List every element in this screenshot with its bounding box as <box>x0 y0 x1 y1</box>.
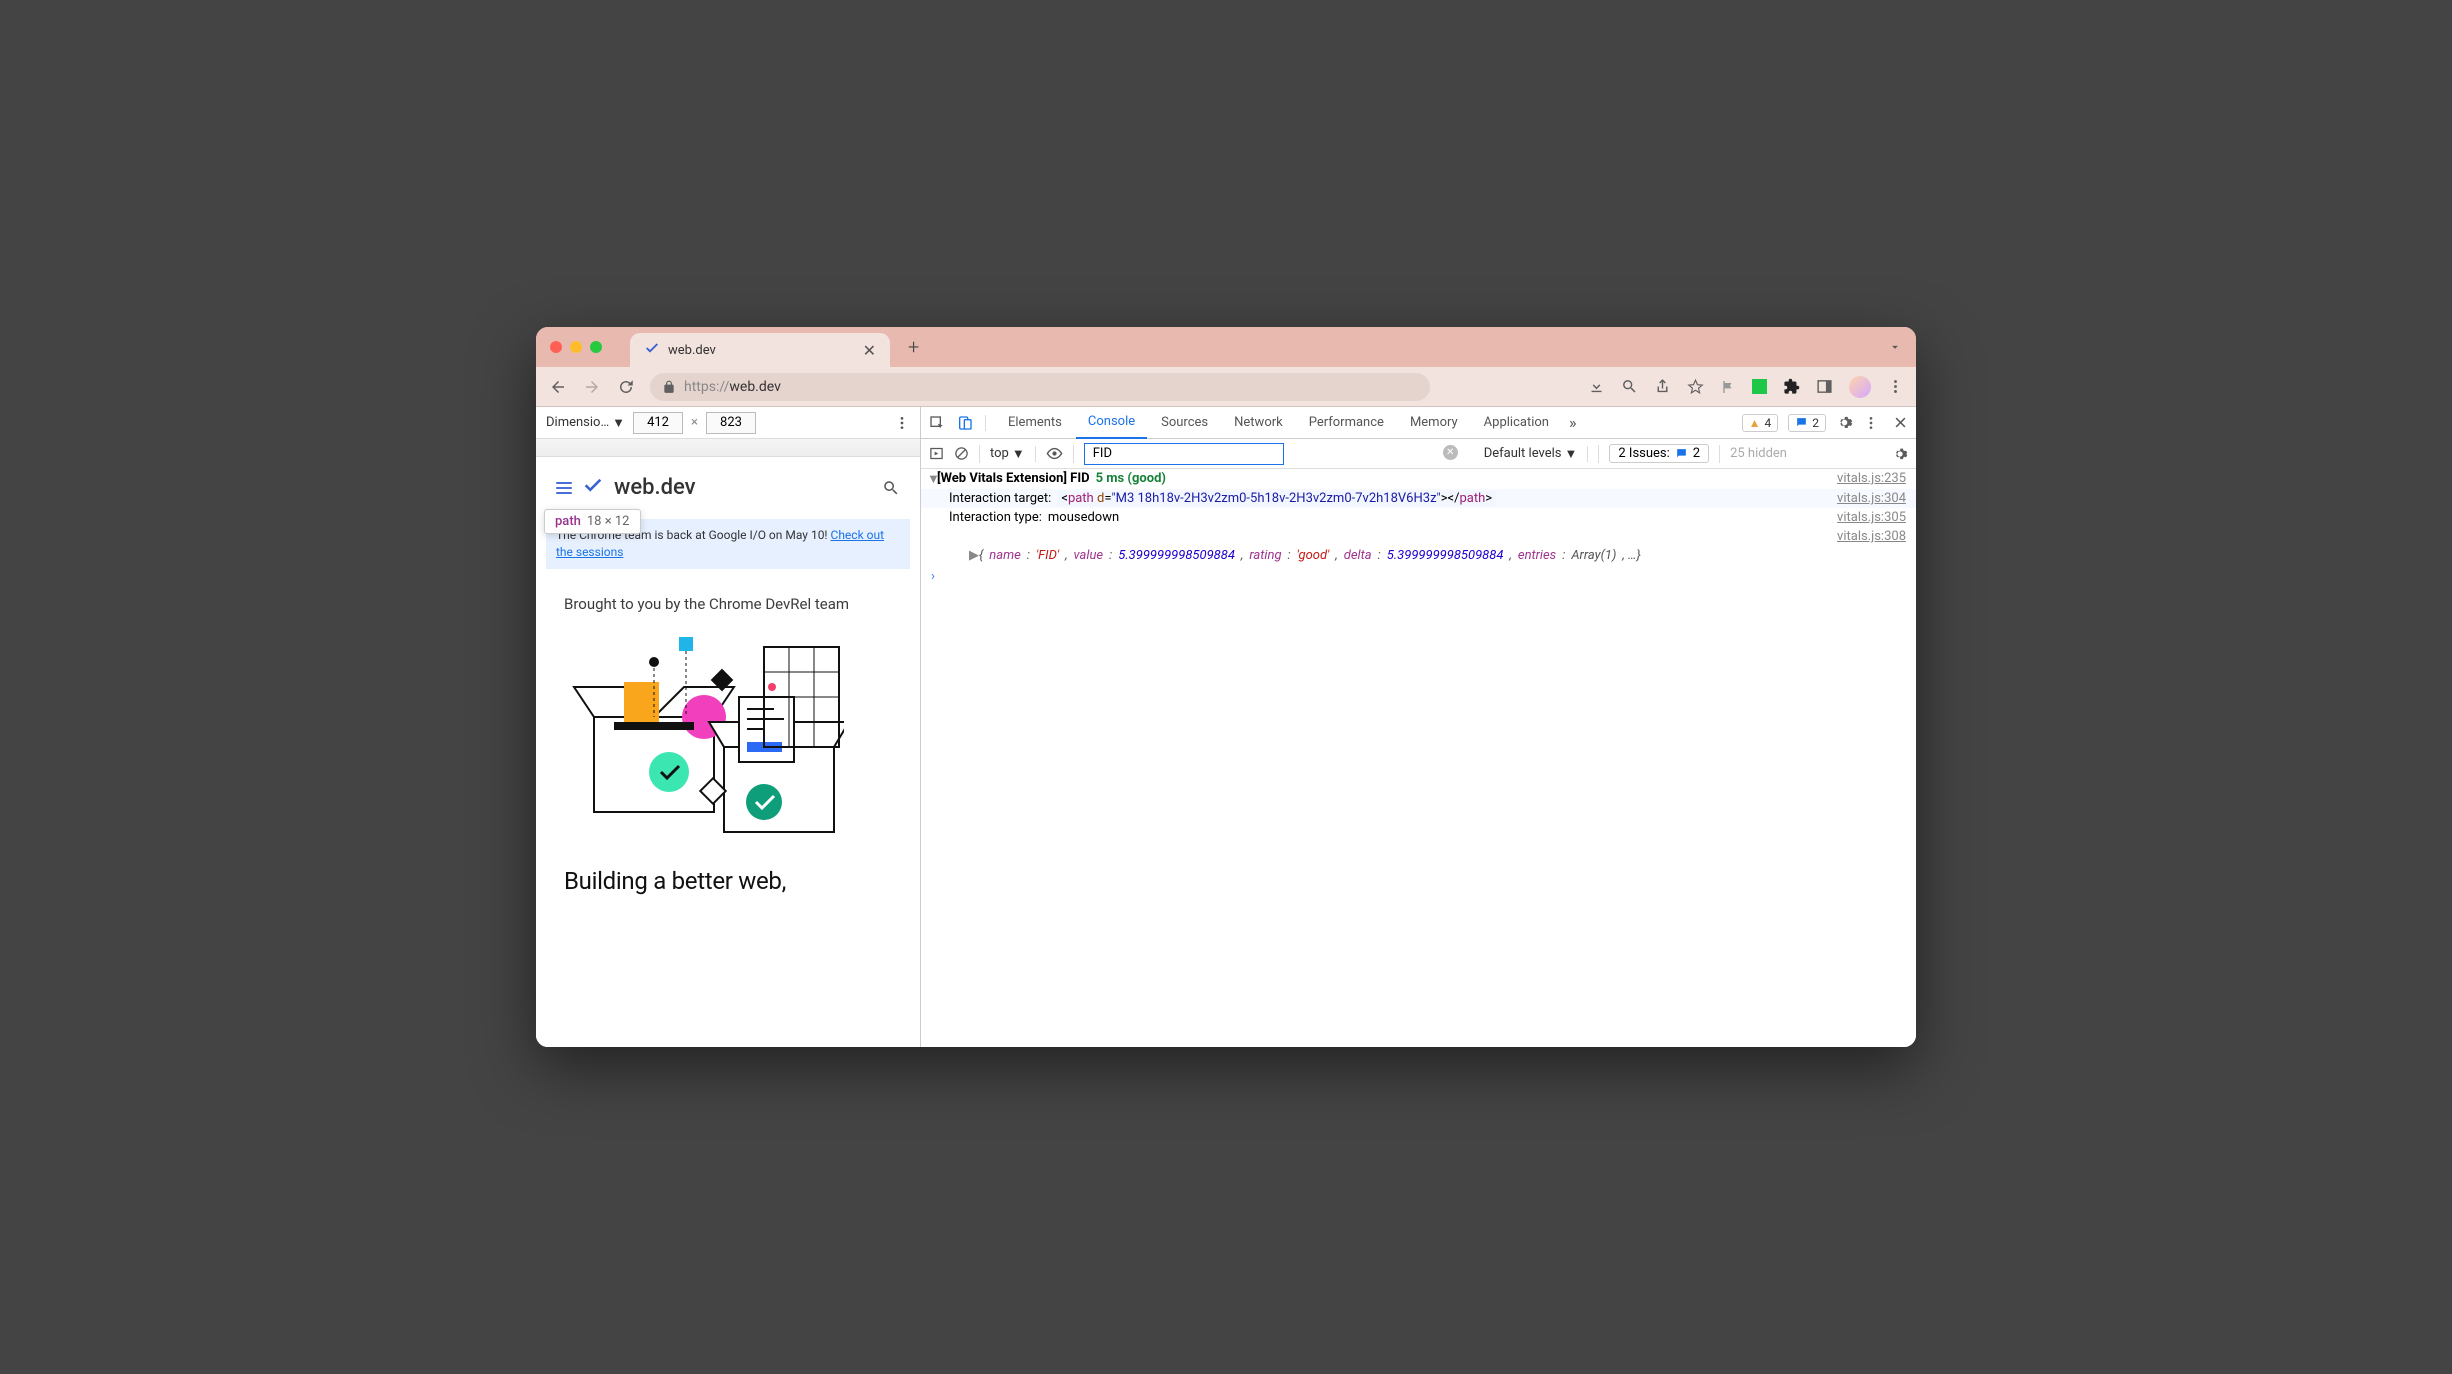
ruler <box>536 439 920 457</box>
sidepanel-button[interactable] <box>1816 378 1833 395</box>
profile-avatar[interactable] <box>1849 376 1871 398</box>
device-dropdown[interactable]: Dimensio… ▼ <box>546 415 625 431</box>
console-settings-button[interactable] <box>1892 446 1908 462</box>
new-tab-button[interactable]: + <box>908 335 919 359</box>
toggle-sidebar-button[interactable] <box>929 446 944 461</box>
clear-filter-button[interactable]: ✕ <box>1443 445 1458 460</box>
url-toolbar: https://web.dev <box>536 367 1916 407</box>
issues-button[interactable]: 2 Issues:2 <box>1609 444 1709 463</box>
log-label: Interaction type: <box>949 510 1042 525</box>
traffic-lights <box>550 341 602 353</box>
source-link[interactable]: vitals.js:304 <box>1837 491 1906 506</box>
downloads-button[interactable] <box>1588 378 1605 395</box>
reload-button[interactable] <box>616 378 636 396</box>
search-icon[interactable] <box>882 479 900 497</box>
tab-performance[interactable]: Performance <box>1297 407 1396 439</box>
tabs-dropdown-button[interactable] <box>1888 340 1902 354</box>
flag-icon[interactable] <box>1720 379 1736 395</box>
close-tab-button[interactable]: ✕ <box>863 341 876 360</box>
close-window-button[interactable] <box>550 341 562 353</box>
back-button[interactable] <box>548 378 568 396</box>
log-label: Interaction target: <box>949 491 1051 506</box>
console-toolbar: top▼ ✕ Default levels▼ 2 Issues:2 25 hid… <box>921 439 1916 469</box>
chrome-menu-button[interactable] <box>1887 378 1904 395</box>
devtools-tabbar: Elements Console Sources Network Perform… <box>921 407 1916 439</box>
warnings-badge[interactable]: ▲4 <box>1742 414 1779 432</box>
devtools-panel: Elements Console Sources Network Perform… <box>921 407 1916 1047</box>
toggle-device-button[interactable] <box>957 415 973 431</box>
tab-memory[interactable]: Memory <box>1398 407 1470 439</box>
hidden-messages-button[interactable]: 25 hidden <box>1730 446 1787 461</box>
dimension-separator: × <box>691 415 698 430</box>
live-expression-button[interactable] <box>1046 445 1063 462</box>
forward-button[interactable] <box>582 378 602 396</box>
hamburger-menu-icon[interactable] <box>556 482 572 494</box>
share-button[interactable] <box>1654 378 1671 395</box>
extension-webvitals-icon[interactable] <box>1752 379 1767 394</box>
element-tooltip: path18 × 12 <box>544 509 641 534</box>
url-text: https://web.dev <box>684 379 781 395</box>
log-object[interactable]: {name: 'FID', value: 5.399999998509884, … <box>979 548 1906 563</box>
minimize-window-button[interactable] <box>570 341 582 353</box>
log-value: mousedown <box>1048 510 1119 525</box>
expand-icon[interactable]: ▶ <box>969 548 979 563</box>
devtools-settings-button[interactable] <box>1836 414 1853 431</box>
log-text: [Web Vitals Extension] FID <box>937 471 1090 486</box>
console-filter-input[interactable] <box>1084 443 1284 465</box>
tab-application[interactable]: Application <box>1472 407 1561 439</box>
height-input[interactable] <box>706 412 756 434</box>
device-toolbar: Dimensio… ▼ × <box>536 407 920 439</box>
maximize-window-button[interactable] <box>590 341 602 353</box>
brought-by-text: Brought to you by the Chrome DevRel team <box>546 569 910 627</box>
console-prompt[interactable]: › <box>921 565 1916 588</box>
log-element[interactable]: <path d="M3 18h18v-2H3v2zm0-5h18v-2H3v2z… <box>1057 491 1496 506</box>
source-link[interactable]: vitals.js:305 <box>1837 510 1906 525</box>
tab-sources[interactable]: Sources <box>1149 407 1220 439</box>
width-input[interactable] <box>633 412 683 434</box>
browser-tab[interactable]: web.dev ✕ <box>630 333 890 367</box>
devtools-menu-button[interactable] <box>1863 415 1879 431</box>
device-preview-pane: Dimensio… ▼ × web.dev path18 × 12 <box>536 407 921 1047</box>
source-link[interactable]: vitals.js:308 <box>1837 529 1906 544</box>
tab-title: web.dev <box>668 343 855 358</box>
tab-elements[interactable]: Elements <box>996 407 1074 439</box>
site-logo-text: web.dev <box>614 475 696 500</box>
extensions-button[interactable] <box>1783 378 1800 395</box>
lock-icon <box>662 380 676 394</box>
hero-illustration <box>546 627 910 847</box>
devtools-close-button[interactable] <box>1893 415 1908 430</box>
context-selector[interactable]: top▼ <box>990 446 1036 462</box>
more-tabs-button[interactable]: » <box>1563 413 1583 432</box>
address-bar[interactable]: https://web.dev <box>650 373 1430 401</box>
webdev-favicon-icon <box>644 342 660 358</box>
log-levels-dropdown[interactable]: Default levels▼ <box>1474 446 1589 462</box>
collapse-icon[interactable]: ▼ <box>927 471 937 487</box>
window-titlebar: web.dev ✕ + <box>536 327 1916 367</box>
messages-badge[interactable]: 2 <box>1788 414 1826 432</box>
tab-network[interactable]: Network <box>1222 407 1295 439</box>
inspect-element-button[interactable] <box>929 415 945 431</box>
webdev-logo-icon <box>582 477 604 499</box>
source-link[interactable]: vitals.js:235 <box>1837 471 1906 487</box>
console-output[interactable]: ▼ [Web Vitals Extension] FID 5 ms (good)… <box>921 469 1916 1047</box>
page-viewport[interactable]: web.dev path18 × 12 The Chrome team is b… <box>536 457 920 1047</box>
zoom-button[interactable] <box>1621 378 1638 395</box>
hero-heading: Building a better web, <box>546 847 910 896</box>
device-menu-button[interactable] <box>894 415 910 431</box>
clear-console-button[interactable] <box>954 446 969 461</box>
bookmark-button[interactable] <box>1687 378 1704 395</box>
log-value: 5 ms (good) <box>1096 471 1166 486</box>
tab-console[interactable]: Console <box>1076 407 1147 439</box>
